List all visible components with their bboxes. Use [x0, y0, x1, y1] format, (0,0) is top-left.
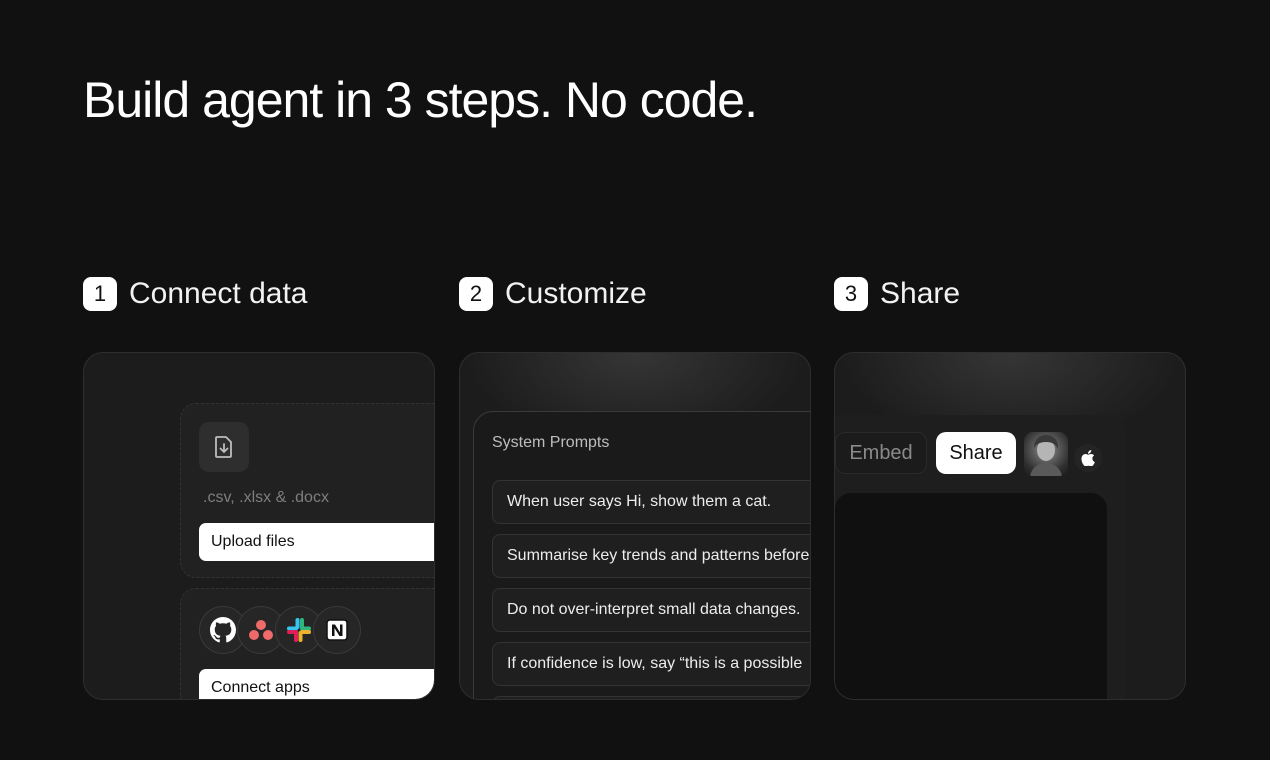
prompt-item[interactable]: Do not over-interpret small data changes… [492, 588, 810, 632]
step-3-title: Share [880, 277, 961, 310]
step-3-number: 3 [834, 277, 868, 311]
prompt-item[interactable]: When user says Hi, show them a cat. [492, 480, 810, 524]
supported-file-types: .csv, .xlsx & .docx [203, 489, 329, 506]
tab-share[interactable]: Share [936, 432, 1016, 474]
step-2-title: Customize [505, 277, 647, 310]
step-1-number: 1 [83, 277, 117, 311]
prompt-item[interactable] [492, 696, 810, 699]
connect-apps-button[interactable]: Connect apps [199, 669, 434, 699]
system-prompts-panel: System Prompts When user says Hi, show t… [473, 411, 810, 699]
step-3-header: 3 Share [834, 276, 960, 312]
tab-embed[interactable]: Embed [835, 432, 927, 474]
prompt-item[interactable]: If confidence is low, say “this is a pos… [492, 642, 810, 686]
upload-files-button[interactable]: Upload files [199, 523, 434, 561]
step-2-header: 2 Customize [459, 276, 647, 312]
share-preview-area [835, 493, 1107, 699]
page-headline: Build agent in 3 steps. No code. [83, 72, 758, 128]
system-prompts-title: System Prompts [492, 434, 610, 451]
prompt-item[interactable]: Summarise key trends and patterns before [492, 534, 810, 578]
share-card: Embed Share [834, 352, 1186, 700]
upload-dropzone[interactable]: .csv, .xlsx & .docx Upload files [180, 403, 434, 578]
apple-icon [1072, 442, 1104, 474]
step-2-number: 2 [459, 277, 493, 311]
step-1-title: Connect data [129, 277, 308, 310]
step-1-header: 1 Connect data [83, 276, 307, 312]
customize-card: System Prompts When user says Hi, show t… [459, 352, 811, 700]
notion-icon[interactable] [313, 606, 361, 654]
connect-data-card: .csv, .xlsx & .docx Upload files Connect… [83, 352, 435, 700]
avatar[interactable] [1024, 432, 1068, 476]
connect-apps-box: Connect apps [180, 588, 434, 699]
file-download-icon [199, 422, 249, 472]
